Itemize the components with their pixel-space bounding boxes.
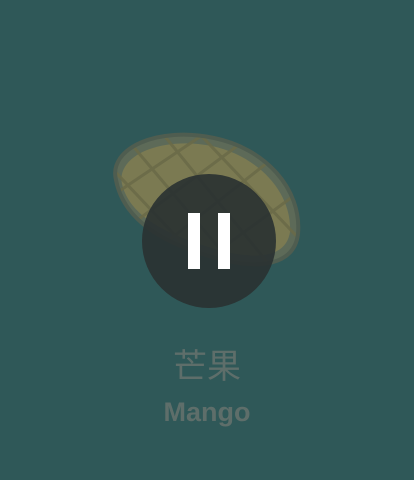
pause-button[interactable]: [142, 174, 276, 308]
fruit-card-screen: 芒果 Mango: [0, 0, 414, 480]
fruit-name-chinese: 芒果: [173, 347, 241, 387]
pause-icon-left-bar: [188, 213, 200, 269]
pause-icon-right-bar: [218, 213, 230, 269]
fruit-name-english: Mango: [163, 397, 251, 427]
